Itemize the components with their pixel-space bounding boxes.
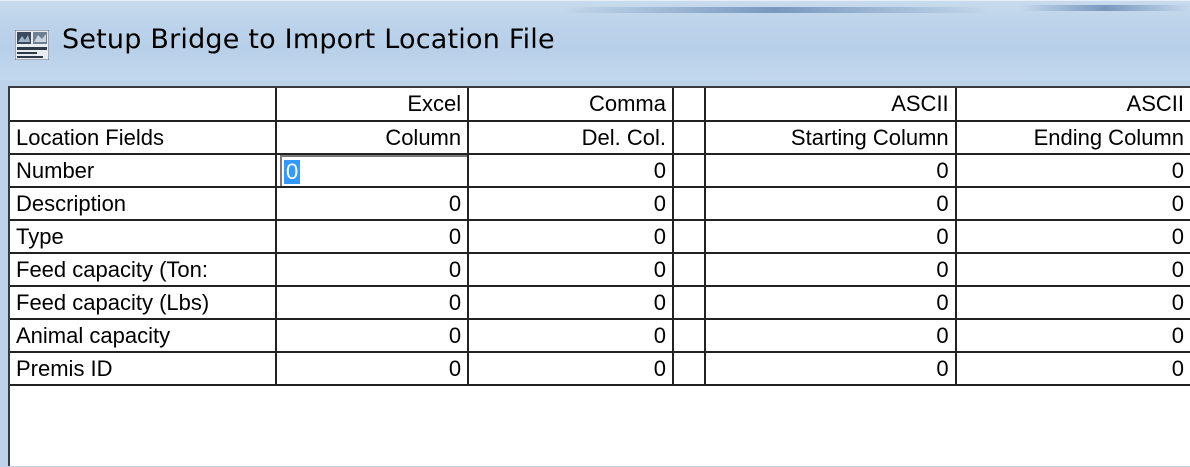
field-label: Animal capacity xyxy=(10,319,277,353)
table-row: Animal capacity 0 0 0 0 xyxy=(10,319,1190,353)
ascii-end-cell[interactable]: 0 xyxy=(955,352,1190,386)
ascii-end-cell[interactable]: 0 xyxy=(955,319,1190,353)
comma-column-cell[interactable]: 0 xyxy=(468,220,674,254)
selected-text[interactable]: 0 xyxy=(283,160,301,184)
header-cell-corner xyxy=(10,88,277,122)
header-cell-starting-column: Starting Column xyxy=(704,121,957,155)
header-cell-ascii-start: ASCII xyxy=(704,88,957,122)
application-icon[interactable] xyxy=(15,30,49,60)
ascii-start-cell[interactable]: 0 xyxy=(704,319,957,353)
table-row: Feed capacity (Lbs) 0 0 0 0 xyxy=(10,286,1190,320)
header-cell-excel: Excel xyxy=(275,88,470,122)
header-cell-spacer xyxy=(672,121,706,155)
spacer-cell xyxy=(672,154,706,188)
spacer-cell xyxy=(672,286,706,320)
excel-column-cell[interactable]: 0 xyxy=(275,253,470,287)
table-row: Feed capacity (Ton: 0 0 0 0 xyxy=(10,253,1190,287)
comma-column-cell[interactable]: 0 xyxy=(468,253,674,287)
header-row: Location Fields Column Del. Col. Startin… xyxy=(10,121,1190,155)
spacer-cell xyxy=(672,253,706,287)
dialog-frame: Excel Comma ASCII ASCII Location Fields … xyxy=(0,80,1190,467)
field-label: Description xyxy=(10,187,277,221)
location-field-mapping-grid[interactable]: Excel Comma ASCII ASCII Location Fields … xyxy=(8,86,1190,466)
ascii-start-cell[interactable]: 0 xyxy=(704,253,957,287)
excel-column-cell[interactable]: 0 xyxy=(275,286,470,320)
spacer-cell xyxy=(672,319,706,353)
ascii-start-cell[interactable]: 0 xyxy=(704,187,957,221)
field-label: Feed capacity (Ton: xyxy=(10,253,277,287)
comma-column-cell[interactable]: 0 xyxy=(468,352,674,386)
window-title: Setup Bridge to Import Location File xyxy=(62,24,555,55)
ascii-end-cell[interactable]: 0 xyxy=(955,220,1190,254)
ascii-start-cell[interactable]: 0 xyxy=(704,352,957,386)
table-row: Description 0 0 0 0 xyxy=(10,187,1190,221)
mapping-table: Excel Comma ASCII ASCII Location Fields … xyxy=(10,88,1190,386)
table-row: Type 0 0 0 0 xyxy=(10,220,1190,254)
header-cell-comma: Comma xyxy=(468,88,674,122)
excel-column-cell[interactable]: 0 xyxy=(275,352,470,386)
header-cell-location-fields: Location Fields xyxy=(10,121,277,155)
title-bar-glass-streak-2 xyxy=(1020,5,1190,11)
spacer-cell xyxy=(672,187,706,221)
comma-column-cell[interactable]: 0 xyxy=(468,187,674,221)
spacer-cell xyxy=(672,220,706,254)
spacer-cell xyxy=(672,352,706,386)
excel-column-cell[interactable]: 0 xyxy=(275,187,470,221)
excel-column-cell[interactable]: 0 xyxy=(275,319,470,353)
comma-column-cell[interactable]: 0 xyxy=(468,319,674,353)
ascii-end-cell[interactable]: 0 xyxy=(955,286,1190,320)
field-label: Premis ID xyxy=(10,352,277,386)
table-row: Number 0 0 0 0 xyxy=(10,154,1190,188)
excel-column-input-active[interactable]: 0 xyxy=(275,154,470,188)
ascii-start-cell[interactable]: 0 xyxy=(704,220,957,254)
comma-column-cell[interactable]: 0 xyxy=(468,154,674,188)
ascii-end-cell[interactable]: 0 xyxy=(955,154,1190,188)
table-row: Premis ID 0 0 0 0 xyxy=(10,352,1190,386)
header-cell-ending-column: Ending Column xyxy=(955,121,1190,155)
comma-column-cell[interactable]: 0 xyxy=(468,286,674,320)
ascii-start-cell[interactable]: 0 xyxy=(704,286,957,320)
excel-column-cell[interactable]: 0 xyxy=(275,220,470,254)
ascii-start-cell[interactable]: 0 xyxy=(704,154,957,188)
ascii-end-cell[interactable]: 0 xyxy=(955,187,1190,221)
field-label: Number xyxy=(10,154,277,188)
title-bar-glass-streak xyxy=(560,7,990,13)
header-row: Excel Comma ASCII ASCII xyxy=(10,88,1190,122)
header-cell-ascii-end: ASCII xyxy=(955,88,1190,122)
header-cell-excel-column: Column xyxy=(275,121,470,155)
setup-bridge-window: Setup Bridge to Import Location File Exc… xyxy=(0,0,1190,467)
ascii-end-cell[interactable]: 0 xyxy=(955,253,1190,287)
header-cell-spacer xyxy=(672,88,706,122)
field-label: Type xyxy=(10,220,277,254)
field-label: Feed capacity (Lbs) xyxy=(10,286,277,320)
header-cell-comma-del-col: Del. Col. xyxy=(468,121,674,155)
title-bar[interactable]: Setup Bridge to Import Location File xyxy=(0,0,1190,80)
